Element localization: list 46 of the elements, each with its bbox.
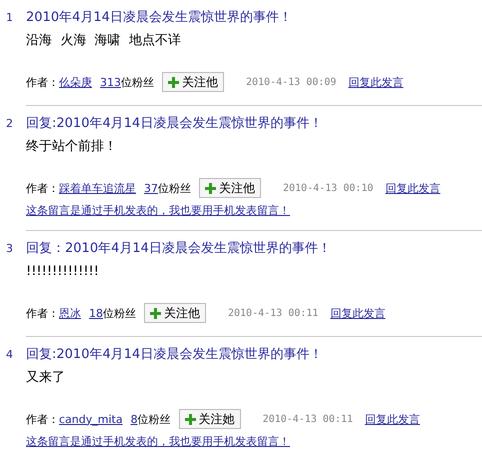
reply-link[interactable]: 回复此发言 (385, 180, 440, 196)
post-timestamp: 2010-4-13 00:10 (283, 182, 374, 194)
author-label: 作者： (26, 74, 59, 90)
plus-icon (184, 414, 196, 424)
follow-button[interactable]: 关注他 (162, 72, 224, 92)
followers-count-link[interactable]: 37 (144, 182, 158, 194)
mobile-post-link[interactable]: 这条留言是通过手机发表的，我也要用手机发表留言！ (26, 434, 290, 449)
author-label: 作者： (26, 306, 59, 320)
followers-label: 位粉丝 (103, 306, 136, 320)
post-timestamp: 2010-4-13 00:11 (262, 414, 353, 424)
author-label: 作者： (26, 412, 59, 426)
post-timestamp: 2010-4-13 00:11 (228, 308, 318, 318)
post-body: 沿海 火海 海啸 地点不详 (26, 32, 182, 50)
followers-count-link[interactable]: 313 (100, 76, 121, 88)
followers-label: 位粉丝 (138, 412, 171, 426)
plus-icon (168, 76, 179, 88)
follow-button[interactable]: 关注他 (144, 303, 206, 323)
author-link[interactable]: candy_mita (59, 412, 123, 426)
post-body: 终于站个前排！ (26, 138, 118, 156)
post-title: 回复:2010年4月14日凌晨会发生震惊世界的事件！ (26, 115, 324, 133)
post-body: !!!!!!!!!!!!!! (26, 263, 100, 281)
plus-icon (205, 182, 216, 194)
author-link[interactable]: 仫朵庚 (59, 74, 92, 90)
followers-count-link[interactable]: 8 (130, 412, 138, 426)
post-title: 2010年4月14日凌晨会发生震惊世界的事件！ (26, 9, 293, 27)
post-number: 3 (6, 241, 14, 257)
reply-link[interactable]: 回复此发言 (348, 74, 404, 90)
post-number: 1 (6, 10, 14, 26)
plus-icon (150, 308, 161, 318)
author-link[interactable]: 踩着单车追流星 (59, 180, 136, 196)
followers-label: 位粉丝 (121, 74, 154, 90)
post-title: 回复:2010年4月14日凌晨会发生震惊世界的事件！ (26, 346, 324, 364)
post-body: 又来了 (26, 369, 66, 387)
followers-label: 位粉丝 (158, 180, 191, 196)
post-timestamp: 2010-4-13 00:09 (246, 76, 336, 88)
post-title: 回复：2010年4月14日凌晨会发生震惊世界的事件！ (26, 240, 332, 258)
post-number: 4 (6, 347, 14, 363)
post-number: 2 (6, 116, 14, 132)
follow-button[interactable]: 关注他 (199, 178, 261, 198)
author-link[interactable]: 恩冰 (59, 306, 81, 320)
mobile-post-link[interactable]: 这条留言是通过手机发表的，我也要用手机发表留言！ (26, 203, 290, 218)
reply-link[interactable]: 回复此发言 (364, 412, 420, 426)
follow-button[interactable]: 关注她 (178, 409, 241, 429)
followers-count-link[interactable]: 18 (89, 306, 103, 320)
author-label: 作者： (26, 180, 59, 196)
reply-link[interactable]: 回复此发言 (330, 306, 386, 320)
